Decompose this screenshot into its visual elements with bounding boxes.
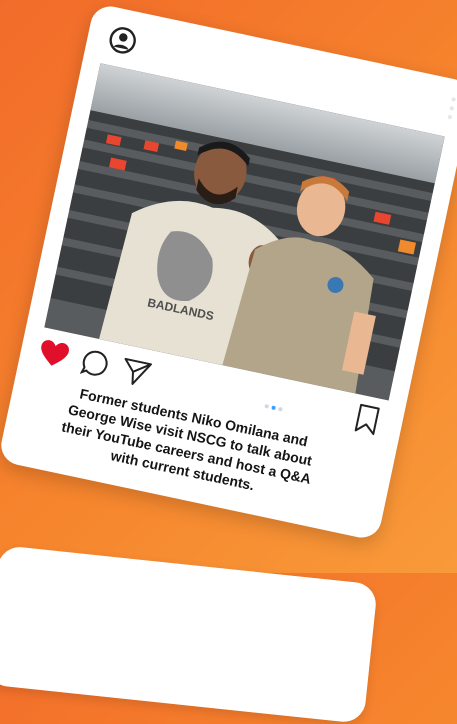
vertical-dots-icon[interactable]: [446, 97, 457, 124]
heart-icon[interactable]: [36, 337, 71, 371]
next-post-card: [0, 545, 378, 724]
instagram-post-card: BADLANDS Former students Niko Omilana an…: [0, 2, 457, 542]
user-circle-icon[interactable]: [105, 23, 141, 59]
paper-plane-icon[interactable]: [118, 355, 154, 391]
carousel-indicator: [263, 395, 287, 417]
speech-bubble-icon[interactable]: [79, 347, 111, 379]
bookmark-icon[interactable]: [353, 403, 381, 437]
